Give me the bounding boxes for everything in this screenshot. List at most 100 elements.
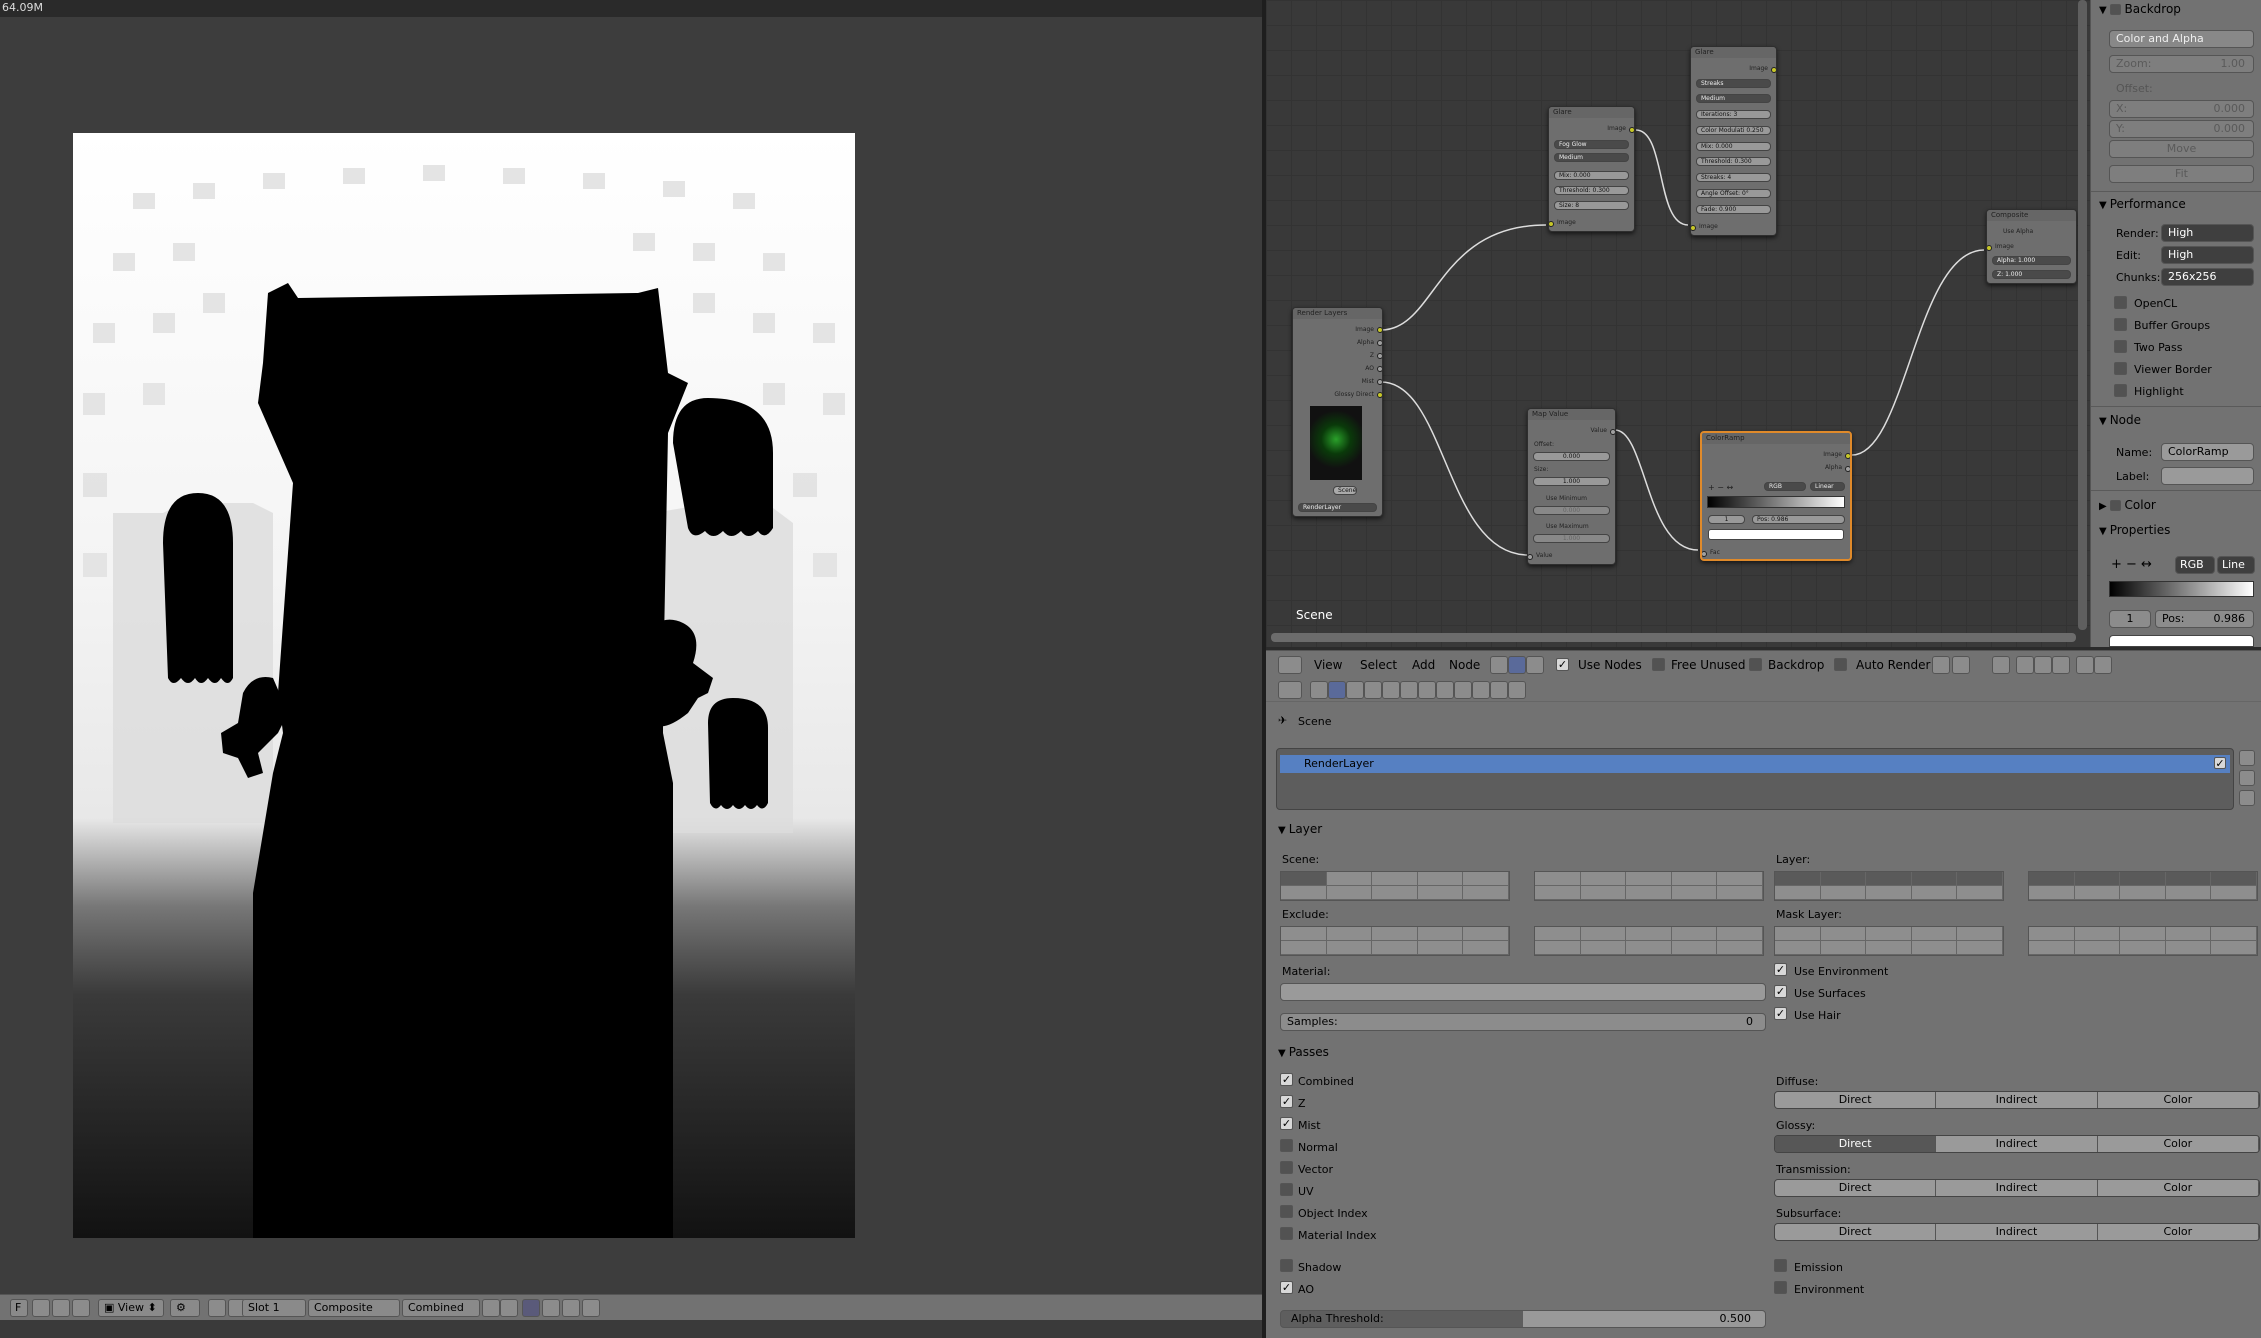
environment-checkbox[interactable] [1774, 1281, 1787, 1294]
properties-panel-header[interactable]: ▼ Properties [2099, 523, 2170, 537]
vector-checkbox[interactable] [1280, 1161, 1293, 1174]
node-glare-fog[interactable]: Glare Image Fog Glow Medium Mix: 0.000 T… [1548, 106, 1635, 232]
subsurface-direct[interactable]: Direct [1775, 1224, 1937, 1240]
glossy-indirect[interactable]: Indirect [1936, 1136, 2098, 1152]
socket-alpha[interactable] [1845, 466, 1850, 472]
open-image-icon[interactable] [52, 1299, 70, 1317]
scene-tab-icon[interactable] [1346, 681, 1364, 699]
offset-x-field[interactable]: X: 0.000 [2109, 100, 2254, 118]
auto-render-checkbox[interactable] [1834, 658, 1847, 671]
angle-offset-field[interactable]: Angle Offset: 0° [1696, 189, 1771, 198]
alpha-threshold-slider[interactable]: Alpha Threshold: 0.500 [1280, 1310, 1766, 1328]
prev-slot-icon[interactable] [208, 1299, 226, 1317]
zoom-field[interactable]: Zoom: 1.00 [2109, 55, 2254, 73]
copy-icon[interactable] [1992, 656, 2010, 674]
view-menu[interactable]: ▣ View ⬍ [98, 1299, 164, 1317]
chunks-select[interactable]: 256x256 [2161, 268, 2254, 286]
exclude-grid-b[interactable] [1534, 926, 1764, 956]
backdrop-checkbox[interactable] [2109, 4, 2121, 15]
render-layers-tab-icon[interactable] [1328, 681, 1346, 699]
render-quality-select[interactable]: High [2161, 224, 2254, 242]
texture-tab-icon[interactable] [1472, 681, 1490, 699]
socket-input[interactable] [1702, 551, 1707, 557]
mix-field[interactable]: Mix: 0.000 [1554, 171, 1629, 180]
threshold-field[interactable]: Threshold: 0.300 [1554, 186, 1629, 195]
socket-output[interactable] [1629, 127, 1634, 133]
subsurface-pass-buttons[interactable]: Direct Indirect Color [1774, 1223, 2260, 1241]
node-editor-canvas[interactable]: Render Layers Image Alpha Z AO Mist Glos… [1266, 0, 2090, 647]
world-tab-icon[interactable] [1364, 681, 1382, 699]
mix-field[interactable]: Mix: 0.000 [1696, 142, 1771, 151]
ramp-interp[interactable]: Linear [1810, 482, 1845, 491]
ramp-mode-select[interactable]: RGB [2175, 556, 2215, 574]
fit-button[interactable]: Fit [2109, 165, 2254, 183]
node-render-layers[interactable]: Render Layers Image Alpha Z AO Mist Glos… [1292, 307, 1383, 517]
editor-type-icon[interactable] [1278, 656, 1302, 674]
transmission-color[interactable]: Color [2097, 1180, 2259, 1196]
opencl-checkbox[interactable] [2114, 296, 2127, 309]
ramp-gradient[interactable] [1707, 496, 1845, 508]
image-selector[interactable]: Composite [308, 1299, 400, 1317]
new-image-icon[interactable] [32, 1299, 50, 1317]
ramp-interp-select[interactable]: Line [2217, 556, 2255, 574]
iterations-field[interactable]: Iterations: 3 [1696, 110, 1771, 119]
ramp-color-swatch[interactable] [2109, 635, 2254, 647]
move-button[interactable]: Move [2109, 140, 2254, 158]
color-panel-header[interactable]: ▶ Color [2099, 498, 2156, 512]
socket-image[interactable] [1987, 245, 1992, 251]
render-layer-list[interactable]: RenderLayer ✓ [1276, 748, 2234, 810]
material-override-field[interactable] [1280, 983, 1766, 1001]
ramp-index-field[interactable]: 1 [2109, 610, 2151, 628]
ao-checkbox[interactable]: ✓ [1280, 1281, 1293, 1294]
scene-layers-grid-b[interactable] [1534, 871, 1764, 901]
offset-field[interactable]: 0.000 [1533, 452, 1610, 461]
size-field[interactable]: Size: 8 [1554, 201, 1629, 210]
shadow-checkbox[interactable] [1280, 1259, 1293, 1272]
node-glare-streaks[interactable]: Glare Image Streaks Medium Iterations: 3… [1690, 46, 1777, 236]
socket-glossy[interactable] [1377, 392, 1382, 398]
alpha-icon[interactable] [542, 1299, 560, 1317]
node-label-field[interactable] [2161, 467, 2254, 485]
render-icon[interactable] [2076, 656, 2094, 674]
mask-grid-b[interactable] [2028, 926, 2258, 956]
socket-mist[interactable] [1377, 379, 1382, 385]
ramp-gradient[interactable] [2109, 581, 2254, 597]
scopes-icon[interactable] [582, 1299, 600, 1317]
diffuse-indirect[interactable]: Indirect [1936, 1092, 2098, 1108]
node-name-field[interactable]: ColorRamp [2161, 443, 2254, 461]
node-composite[interactable]: Composite Use Alpha Image Alpha: 1.000 Z… [1986, 209, 2077, 284]
socket-input[interactable] [1691, 225, 1696, 231]
max-field[interactable]: 1.000 [1533, 534, 1610, 543]
modifiers-tab-icon[interactable] [1418, 681, 1436, 699]
combined-checkbox[interactable]: ✓ [1280, 1073, 1293, 1086]
uv-checkbox[interactable] [1280, 1183, 1293, 1196]
scene-layers-grid-a[interactable] [1280, 871, 1510, 901]
compositing-nodes-icon[interactable] [1508, 656, 1526, 674]
diffuse-pass-buttons[interactable]: Direct Indirect Color [1774, 1091, 2260, 1109]
subsurface-indirect[interactable]: Indirect [1936, 1224, 2098, 1240]
prev-pass-icon[interactable] [482, 1299, 500, 1317]
color-alpha-select[interactable]: Color and Alpha [2109, 30, 2254, 48]
streaks-field[interactable]: Streaks: 4 [1696, 173, 1771, 182]
pin-icon[interactable]: ✈ [1278, 714, 1287, 727]
close-image-icon[interactable] [72, 1299, 90, 1317]
glossy-color[interactable]: Color [2097, 1136, 2259, 1152]
emission-checkbox[interactable] [1774, 1259, 1787, 1272]
sync-icon[interactable] [1952, 656, 1970, 674]
paste-icon[interactable] [2016, 656, 2034, 674]
add-layer-icon[interactable] [2239, 750, 2255, 766]
transmission-direct[interactable]: Direct [1775, 1180, 1937, 1196]
object-index-checkbox[interactable] [1280, 1205, 1293, 1218]
transmission-indirect[interactable]: Indirect [1936, 1180, 2098, 1196]
mask-grid-a[interactable] [1774, 926, 2004, 956]
layer-panel-header[interactable]: ▼ Layer [1278, 822, 1322, 836]
material-tab-icon[interactable] [1454, 681, 1472, 699]
node-panel-header[interactable]: ▼ Node [2099, 413, 2141, 427]
ramp-tools[interactable]: + − ↔ [1708, 483, 1733, 492]
use-environment-checkbox[interactable]: ✓ [1774, 963, 1787, 976]
quality-select[interactable]: Medium [1696, 94, 1771, 103]
select-menu[interactable]: Select [1360, 658, 1397, 672]
samples-field[interactable]: Samples: 0 [1280, 1013, 1766, 1031]
socket-image[interactable] [1377, 327, 1382, 333]
view-menu[interactable]: View [1314, 658, 1342, 672]
